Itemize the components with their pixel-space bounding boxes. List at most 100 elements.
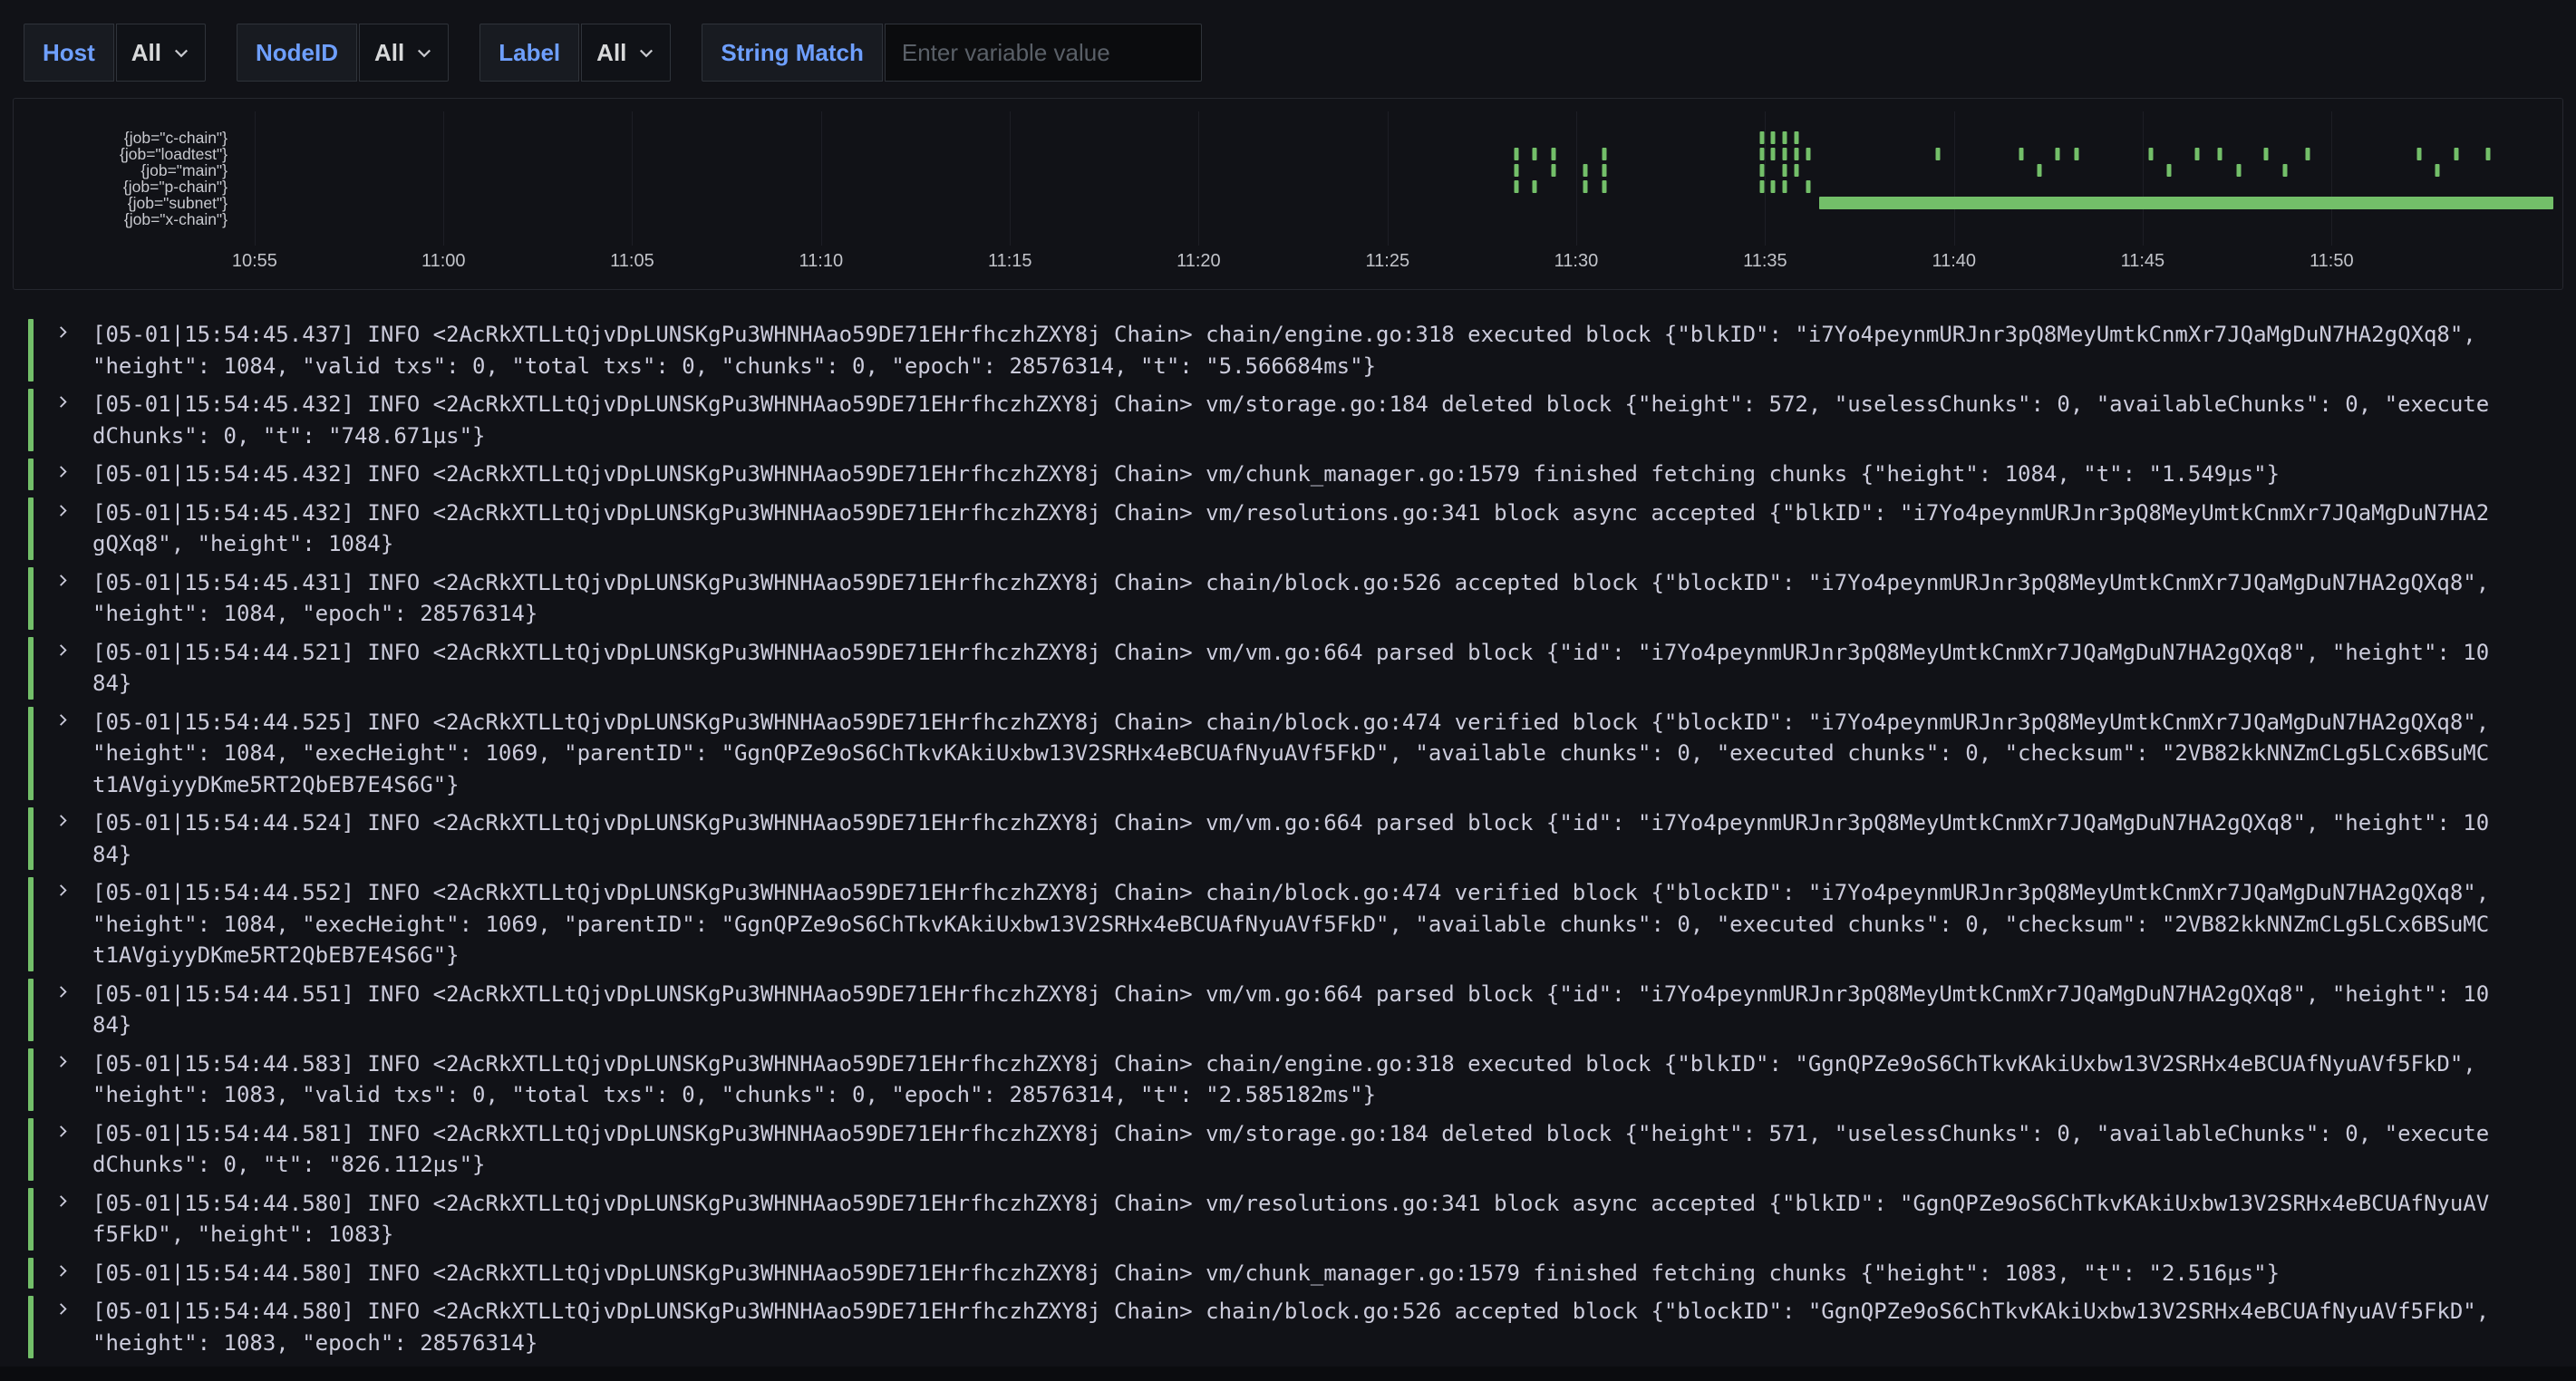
log-row[interactable]: [05-01|15:54:45.432] INFO <2AcRkXTLLtQjv… — [28, 459, 2552, 490]
log-row[interactable]: [05-01|15:54:44.525] INFO <2AcRkXTLLtQjv… — [28, 707, 2552, 801]
log-row[interactable]: [05-01|15:54:44.581] INFO <2AcRkXTLLtQjv… — [28, 1118, 2552, 1181]
log-row[interactable]: [05-01|15:54:45.432] INFO <2AcRkXTLLtQjv… — [28, 389, 2552, 451]
x-tick-label: 11:05 — [610, 251, 654, 272]
log-text: [05-01|15:54:44.580] INFO <2AcRkXTLLtQjv… — [92, 1258, 2493, 1289]
log-row[interactable]: [05-01|15:54:44.583] INFO <2AcRkXTLLtQjv… — [28, 1048, 2552, 1111]
log-text: [05-01|15:54:44.580] INFO <2AcRkXTLLtQjv… — [92, 1188, 2493, 1251]
page-bottom-edge — [0, 1367, 2576, 1381]
log-volume-mark — [2486, 148, 2491, 160]
log-volume-mark — [1771, 148, 1776, 160]
variable-value-label: All — [596, 39, 626, 67]
expand-chevron-icon[interactable] — [34, 877, 92, 971]
log-text: [05-01|15:54:45.431] INFO <2AcRkXTLLtQjv… — [92, 567, 2493, 630]
expand-chevron-icon[interactable] — [34, 1258, 92, 1289]
log-row[interactable]: [05-01|15:54:44.580] INFO <2AcRkXTLLtQjv… — [28, 1296, 2552, 1358]
log-row[interactable]: [05-01|15:54:44.580] INFO <2AcRkXTLLtQjv… — [28, 1188, 2552, 1251]
variable-value-nodeid: All — [374, 39, 404, 67]
log-volume-mark — [1771, 180, 1776, 193]
expand-chevron-icon[interactable] — [34, 637, 92, 700]
log-volume-mark — [1759, 164, 1764, 177]
x-tick-label: 11:40 — [1932, 251, 1976, 272]
log-volume-mark — [1551, 164, 1555, 177]
gridline — [1954, 111, 1955, 246]
expand-chevron-icon[interactable] — [34, 459, 92, 490]
expand-chevron-icon[interactable] — [34, 1188, 92, 1251]
variables-toolbar: Host All NodeID All Label All — [0, 0, 2576, 82]
log-row[interactable]: [05-01|15:54:45.431] INFO <2AcRkXTLLtQjv… — [28, 567, 2552, 630]
variable-value-host: All — [131, 39, 161, 67]
log-row[interactable]: [05-01|15:54:44.524] INFO <2AcRkXTLLtQjv… — [28, 807, 2552, 870]
log-volume-mark — [2282, 164, 2287, 177]
x-tick-label: 11:35 — [1743, 251, 1787, 272]
variable-nodeid: NodeID All — [237, 24, 449, 82]
variable-string-match: String Match — [702, 24, 1201, 82]
string-match-input[interactable] — [885, 24, 1202, 82]
log-text: [05-01|15:54:45.437] INFO <2AcRkXTLLtQjv… — [92, 319, 2493, 381]
expand-chevron-icon[interactable] — [34, 1048, 92, 1111]
expand-chevron-icon[interactable] — [34, 807, 92, 870]
log-row[interactable]: [05-01|15:54:45.432] INFO <2AcRkXTLLtQjv… — [28, 497, 2552, 560]
log-volume-mark — [1533, 148, 1537, 160]
log-row[interactable]: [05-01|15:54:44.580] INFO <2AcRkXTLLtQjv… — [28, 1258, 2552, 1289]
log-text: [05-01|15:54:45.432] INFO <2AcRkXTLLtQjv… — [92, 459, 2493, 490]
log-volume-mark — [1602, 148, 1606, 160]
variable-label: Label All — [479, 24, 671, 82]
log-row[interactable]: [05-01|15:54:44.551] INFO <2AcRkXTLLtQjv… — [28, 979, 2552, 1041]
log-row[interactable]: [05-01|15:54:44.552] INFO <2AcRkXTLLtQjv… — [28, 877, 2552, 971]
log-volume-mark — [1583, 164, 1588, 177]
gridline — [443, 111, 444, 246]
log-volume-mark — [1771, 131, 1776, 144]
log-text: [05-01|15:54:44.580] INFO <2AcRkXTLLtQjv… — [92, 1296, 2493, 1358]
expand-chevron-icon[interactable] — [34, 567, 92, 630]
gridline — [2331, 111, 2332, 246]
log-row[interactable]: [05-01|15:54:45.437] INFO <2AcRkXTLLtQjv… — [28, 319, 2552, 381]
log-volume-mark — [2306, 148, 2310, 160]
log-rows-list: [05-01|15:54:45.437] INFO <2AcRkXTLLtQjv… — [0, 319, 2576, 1358]
expand-chevron-icon[interactable] — [34, 319, 92, 381]
log-volume-band — [1819, 197, 2553, 209]
log-text: [05-01|15:54:45.432] INFO <2AcRkXTLLtQjv… — [92, 497, 2493, 560]
expand-chevron-icon[interactable] — [34, 979, 92, 1041]
log-volume-mark — [2236, 164, 2241, 177]
log-volume-mark — [2264, 148, 2269, 160]
log-volume-mark — [1514, 148, 1518, 160]
log-volume-mark — [1759, 131, 1764, 144]
log-volume-mark — [1806, 148, 1810, 160]
legend-series-label: {job="c-chain"} — [14, 130, 228, 146]
log-volume-mark — [1783, 148, 1787, 160]
x-tick-label: 11:50 — [2310, 251, 2354, 272]
log-volume-mark — [2194, 148, 2199, 160]
gridline — [1765, 111, 1766, 246]
log-volume-legend: {job="c-chain"}{job="loadtest"}{job="mai… — [14, 130, 228, 228]
log-text: [05-01|15:54:44.583] INFO <2AcRkXTLLtQjv… — [92, 1048, 2493, 1111]
expand-chevron-icon[interactable] — [34, 707, 92, 801]
gridline — [2143, 111, 2144, 246]
variable-dropdown-label[interactable]: All — [581, 24, 671, 82]
variable-label-host: Host — [24, 24, 114, 82]
expand-chevron-icon[interactable] — [34, 1118, 92, 1181]
log-volume-mark — [1794, 131, 1798, 144]
log-volume-mark — [2038, 164, 2042, 177]
variable-label-label: Label — [479, 24, 579, 82]
gridline — [1576, 111, 1577, 246]
expand-chevron-icon[interactable] — [34, 497, 92, 560]
log-volume-mark — [1794, 148, 1798, 160]
log-volume-mark — [2167, 164, 2172, 177]
chevron-down-icon — [415, 43, 433, 62]
expand-chevron-icon[interactable] — [34, 389, 92, 451]
log-text: [05-01|15:54:44.521] INFO <2AcRkXTLLtQjv… — [92, 637, 2493, 700]
log-volume-plot: 10:5511:0011:0511:1011:1511:2011:2511:30… — [238, 99, 2553, 289]
expand-chevron-icon[interactable] — [34, 1296, 92, 1358]
variable-label-string-match: String Match — [702, 24, 882, 82]
variable-dropdown-host[interactable]: All — [116, 24, 206, 82]
log-volume-mark — [2056, 148, 2060, 160]
legend-series-label: {job="main"} — [14, 162, 228, 179]
variable-label-nodeid: NodeID — [237, 24, 357, 82]
chevron-down-icon — [172, 43, 190, 62]
log-volume-mark — [2074, 148, 2078, 160]
log-text: [05-01|15:54:44.581] INFO <2AcRkXTLLtQjv… — [92, 1118, 2493, 1181]
gridline — [821, 111, 822, 246]
log-row[interactable]: [05-01|15:54:44.521] INFO <2AcRkXTLLtQjv… — [28, 637, 2552, 700]
log-volume-mark — [2436, 164, 2440, 177]
variable-dropdown-nodeid[interactable]: All — [359, 24, 449, 82]
